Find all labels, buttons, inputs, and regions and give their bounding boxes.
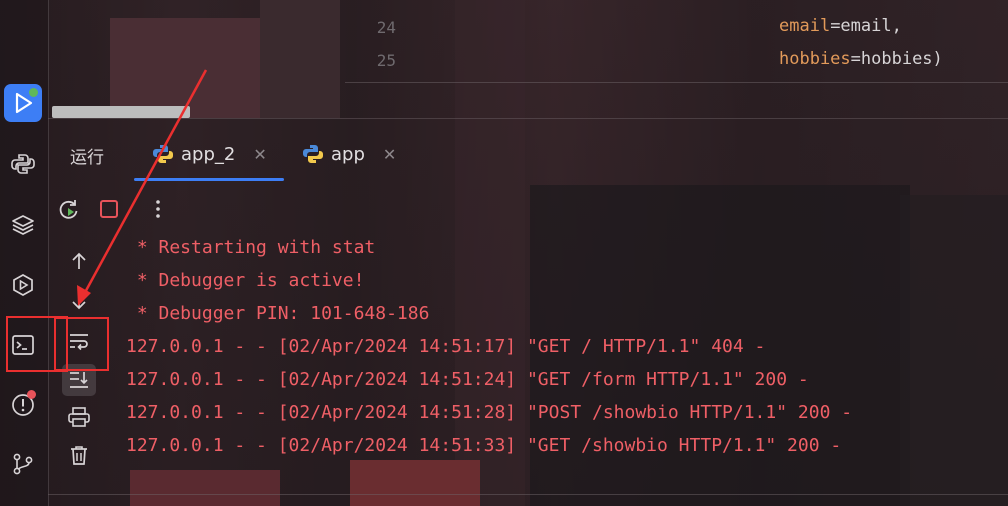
annotation-arrow [77,69,208,306]
